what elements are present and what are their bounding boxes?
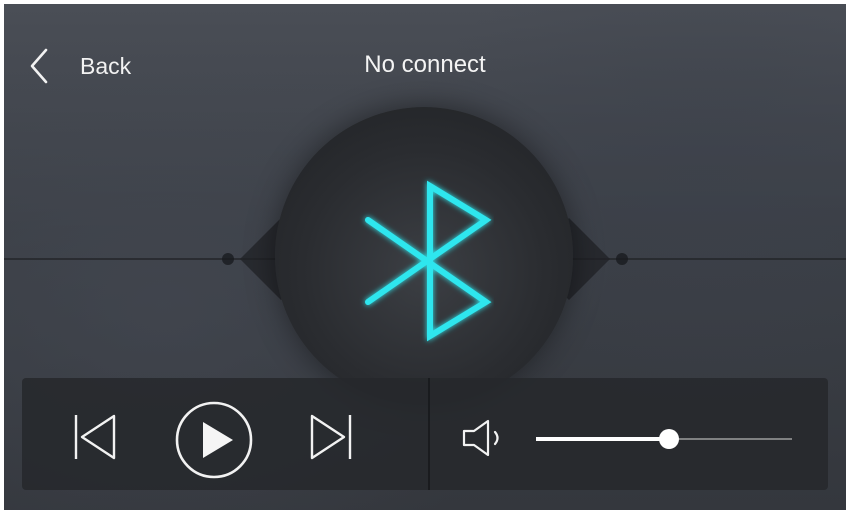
volume-slider-fill (536, 437, 670, 441)
play-icon (203, 422, 233, 458)
decorative-dot-left (222, 253, 234, 265)
volume-slider[interactable] (536, 424, 792, 454)
volume-slider-thumb[interactable] (659, 429, 680, 449)
volume-icon[interactable] (460, 418, 516, 458)
top-bar: Back No connect (4, 4, 846, 124)
skip-previous-icon[interactable] (72, 412, 118, 462)
control-bar-divider (428, 378, 430, 490)
playback-control-bar (22, 378, 828, 490)
decorative-dot-right (616, 253, 628, 265)
connection-status-title: No connect (364, 51, 486, 78)
back-button[interactable]: Back (26, 44, 176, 88)
back-label: Back (80, 52, 132, 79)
bluetooth-icon (365, 180, 492, 342)
play-button[interactable] (174, 400, 254, 480)
bluetooth-music-screen: Back No connect (4, 4, 846, 510)
skip-next-icon[interactable] (308, 412, 354, 462)
chevron-left-icon (30, 48, 48, 84)
